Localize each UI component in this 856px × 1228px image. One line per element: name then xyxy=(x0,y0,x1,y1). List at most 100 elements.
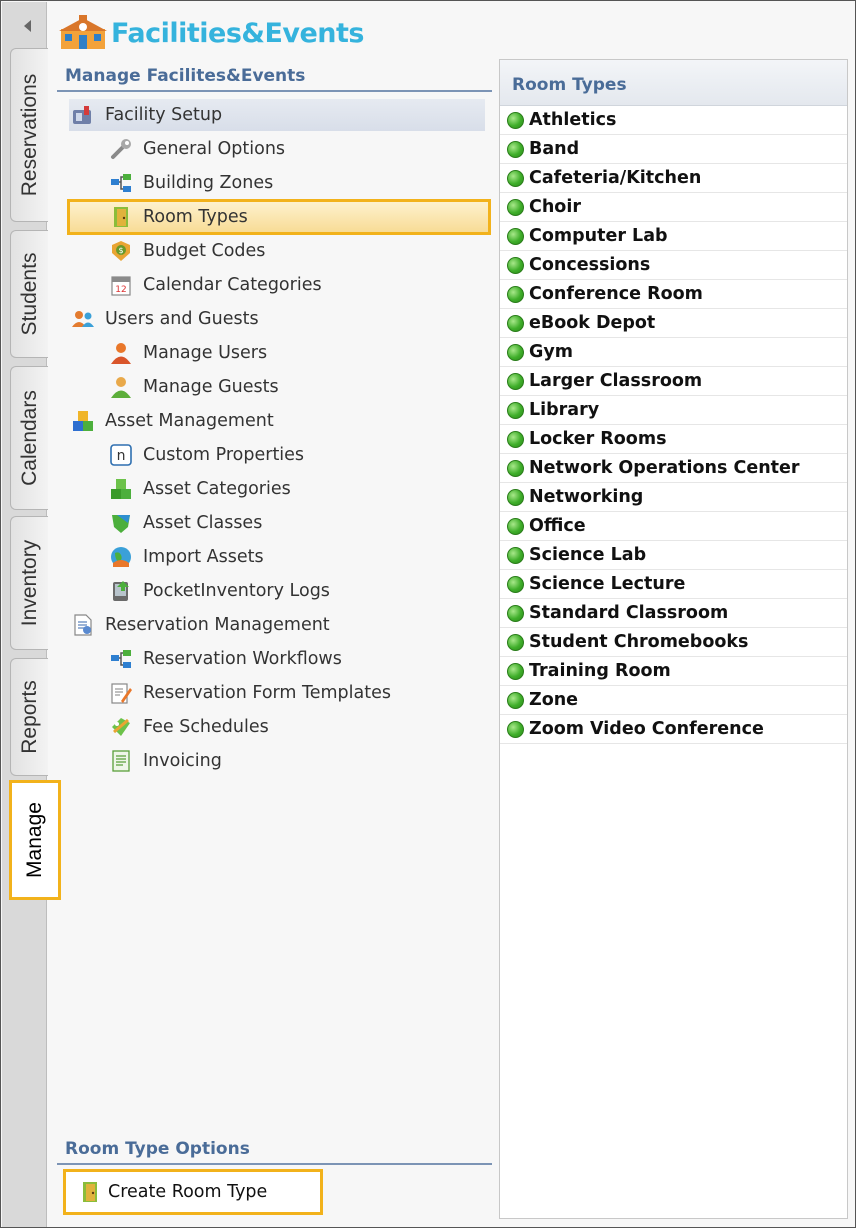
list-item[interactable]: Conference Room xyxy=(500,280,847,309)
tab-calendars[interactable]: Calendars xyxy=(10,366,48,510)
n-box-icon: n xyxy=(110,444,132,466)
user-orange-icon xyxy=(111,343,131,364)
nav-asset-classes[interactable]: Asset Classes xyxy=(109,507,262,539)
facility-setup-icon xyxy=(73,106,91,124)
status-green-icon xyxy=(507,372,524,390)
list-item[interactable]: Science Lab xyxy=(500,541,847,570)
users-icon xyxy=(72,311,94,327)
list-item[interactable]: Cafeteria/Kitchen xyxy=(500,164,847,193)
status-green-icon xyxy=(507,633,524,651)
status-green-icon xyxy=(507,459,524,477)
tab-manage[interactable]: Manage xyxy=(9,780,61,900)
status-green-icon xyxy=(507,314,524,332)
status-green-icon xyxy=(507,285,524,303)
list-item[interactable]: Concessions xyxy=(500,251,847,280)
collapse-arrow-icon[interactable] xyxy=(24,20,31,32)
list-item[interactable]: Computer Lab xyxy=(500,222,847,251)
status-green-icon xyxy=(507,575,524,593)
list-item[interactable]: Science Lecture xyxy=(500,570,847,599)
status-green-icon xyxy=(507,604,524,622)
nav-manage-guests[interactable]: Manage Guests xyxy=(109,371,279,403)
calendar-icon: 12 xyxy=(111,276,131,296)
invoice-icon xyxy=(112,750,130,772)
nav-calendar-categories[interactable]: 12 Calendar Categories xyxy=(109,269,322,301)
zones-icon xyxy=(111,650,131,668)
nav-asset-management[interactable]: Asset Management xyxy=(71,405,274,437)
status-green-icon xyxy=(507,430,524,448)
room-types-panel: Room Types Athletics Band Cafeteria/Kitc… xyxy=(499,59,848,1219)
door-icon xyxy=(114,207,128,227)
list-item[interactable]: Larger Classroom xyxy=(500,367,847,396)
tab-reservations[interactable]: Reservations xyxy=(10,48,48,222)
list-item[interactable]: Zoom Video Conference xyxy=(500,715,847,744)
status-green-icon xyxy=(507,546,524,564)
nav-users-and-guests[interactable]: Users and Guests xyxy=(71,303,259,335)
room-types-list: Athletics Band Cafeteria/Kitchen Choir C… xyxy=(500,106,847,744)
list-item[interactable]: Networking xyxy=(500,483,847,512)
list-item[interactable]: Office xyxy=(500,512,847,541)
list-item[interactable]: Band xyxy=(500,135,847,164)
nav-facility-setup[interactable]: Facility Setup xyxy=(69,99,485,131)
form-edit-icon xyxy=(111,683,132,704)
nav-room-types[interactable]: Room Types xyxy=(67,199,491,235)
list-item[interactable]: Standard Classroom xyxy=(500,599,847,628)
status-green-icon xyxy=(507,720,524,738)
options-section-header: Room Type Options xyxy=(65,1139,250,1159)
status-green-icon xyxy=(507,140,524,158)
zones-icon xyxy=(111,174,131,192)
status-green-icon xyxy=(507,517,524,535)
user-green-icon xyxy=(111,377,131,398)
device-icon xyxy=(113,581,129,601)
nav-reservation-workflows[interactable]: Reservation Workflows xyxy=(109,643,342,675)
nav-asset-categories[interactable]: Asset Categories xyxy=(109,473,291,505)
list-item[interactable]: Network Operations Center xyxy=(500,454,847,483)
status-green-icon xyxy=(507,343,524,361)
fee-icon xyxy=(112,718,130,736)
nav-reservation-form-templates[interactable]: Reservation Form Templates xyxy=(109,677,391,709)
list-item[interactable]: Choir xyxy=(500,193,847,222)
status-green-icon xyxy=(507,488,524,506)
svg-text:12: 12 xyxy=(115,285,126,295)
blocks-icon xyxy=(73,411,93,431)
status-green-icon xyxy=(507,691,524,709)
room-types-header: Room Types xyxy=(500,60,847,106)
app-window: Reservations Students Calendars Inventor… xyxy=(0,0,856,1228)
section-divider xyxy=(57,1163,492,1165)
nav-import-assets[interactable]: Import Assets xyxy=(109,541,264,573)
nav-budget-codes[interactable]: $ Budget Codes xyxy=(109,235,265,267)
status-green-icon xyxy=(507,169,524,187)
nav-manage-users[interactable]: Manage Users xyxy=(109,337,267,369)
vertical-tab-strip: Reservations Students Calendars Inventor… xyxy=(2,2,61,1227)
list-item[interactable]: Locker Rooms xyxy=(500,425,847,454)
list-item[interactable]: Library xyxy=(500,396,847,425)
schoolhouse-logo-icon xyxy=(59,15,107,49)
list-item[interactable]: Zone xyxy=(500,686,847,715)
nav-custom-properties[interactable]: n Custom Properties xyxy=(109,439,304,471)
status-green-icon xyxy=(507,256,524,274)
list-item[interactable]: Training Room xyxy=(500,657,847,686)
nav-fee-schedules[interactable]: Fee Schedules xyxy=(109,711,269,743)
nav-general-options[interactable]: General Options xyxy=(109,133,285,165)
list-item[interactable]: Athletics xyxy=(500,106,847,135)
list-item[interactable]: Gym xyxy=(500,338,847,367)
manage-section-header: Manage Facilites&Events xyxy=(65,66,306,86)
door-icon xyxy=(83,1182,97,1202)
nav-reservation-management[interactable]: Reservation Management xyxy=(71,609,330,641)
tab-students[interactable]: Students xyxy=(10,230,48,358)
shield-icon xyxy=(112,515,130,533)
tab-reports[interactable]: Reports xyxy=(10,658,48,776)
nav-building-zones[interactable]: Building Zones xyxy=(109,167,273,199)
create-room-type-button[interactable]: Create Room Type xyxy=(63,1169,323,1215)
list-item[interactable]: eBook Depot xyxy=(500,309,847,338)
globe-icon xyxy=(111,547,131,567)
app-logo: Facilities&Events xyxy=(59,13,365,53)
nav-pocketinventory-logs[interactable]: PocketInventory Logs xyxy=(109,575,330,607)
status-green-icon xyxy=(507,111,524,129)
document-icon xyxy=(74,614,92,636)
svg-text:$: $ xyxy=(118,246,123,255)
tab-inventory[interactable]: Inventory xyxy=(10,516,48,650)
status-green-icon xyxy=(507,662,524,680)
nav-invoicing[interactable]: Invoicing xyxy=(109,745,222,777)
svg-text:n: n xyxy=(117,448,126,464)
list-item[interactable]: Student Chromebooks xyxy=(500,628,847,657)
